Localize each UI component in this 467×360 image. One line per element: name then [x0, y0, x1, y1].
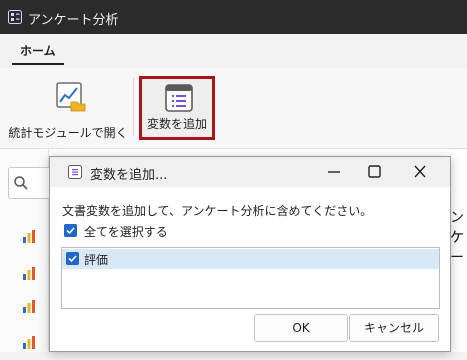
select-all-label: 全てを選択する	[84, 225, 168, 239]
left-pane	[0, 149, 60, 360]
close-icon[interactable]	[402, 161, 438, 183]
add-variable-button[interactable]: 変数を追加	[139, 76, 215, 140]
cancel-button[interactable]: キャンセル	[349, 314, 439, 342]
ribbon-separator	[133, 78, 134, 136]
bar-chart-icon[interactable]	[22, 266, 36, 280]
add-variable-dialog: 変数を追加... 文書変数を追加して、アンケート分析に含めてください。 全てを選…	[49, 156, 451, 352]
dialog-description: 文書変数を追加して、アンケート分析に含めてください。	[62, 204, 373, 218]
app-titlebar: アンケート分析	[0, 0, 467, 34]
ok-button[interactable]: OK	[254, 314, 348, 342]
minimize-icon[interactable]	[316, 161, 352, 183]
maximize-icon[interactable]	[356, 161, 392, 183]
right-pane-text: ケー	[450, 230, 464, 266]
checkbox-checked-icon[interactable]	[66, 252, 79, 265]
open-in-stats-module-label: 統計モジュールで開く	[8, 126, 128, 140]
bar-chart-icon[interactable]	[22, 299, 36, 313]
bar-chart-icon[interactable]	[22, 229, 36, 243]
bar-chart-icon[interactable]	[22, 335, 36, 349]
status-strip	[0, 352, 467, 360]
ribbon-tabs: ホーム	[0, 34, 467, 69]
dialog-title: 変数を追加...	[90, 168, 168, 183]
list-item[interactable]: 評価	[62, 249, 439, 269]
tab-home[interactable]: ホーム	[12, 41, 64, 65]
dialog-titlebar[interactable]: 変数を追加...	[50, 157, 450, 187]
open-in-stats-module-button[interactable]: 統計モジュールで開く	[6, 74, 130, 142]
variable-label: 評価	[84, 253, 109, 267]
right-pane: ンケ ケー	[450, 149, 467, 360]
variable-list-icon	[68, 165, 82, 179]
variable-list[interactable]: 評価	[61, 247, 440, 309]
search-icon	[14, 176, 28, 190]
app-title: アンケート分析	[28, 13, 119, 28]
variable-list-icon	[165, 84, 193, 112]
chart-folder-icon	[56, 82, 86, 112]
checkbox-checked-icon	[64, 224, 77, 237]
app-icon	[8, 10, 22, 24]
ribbon-toolbar: 統計モジュールで開く 変数を追加	[0, 68, 467, 149]
add-variable-label: 変数を追加	[146, 117, 207, 131]
